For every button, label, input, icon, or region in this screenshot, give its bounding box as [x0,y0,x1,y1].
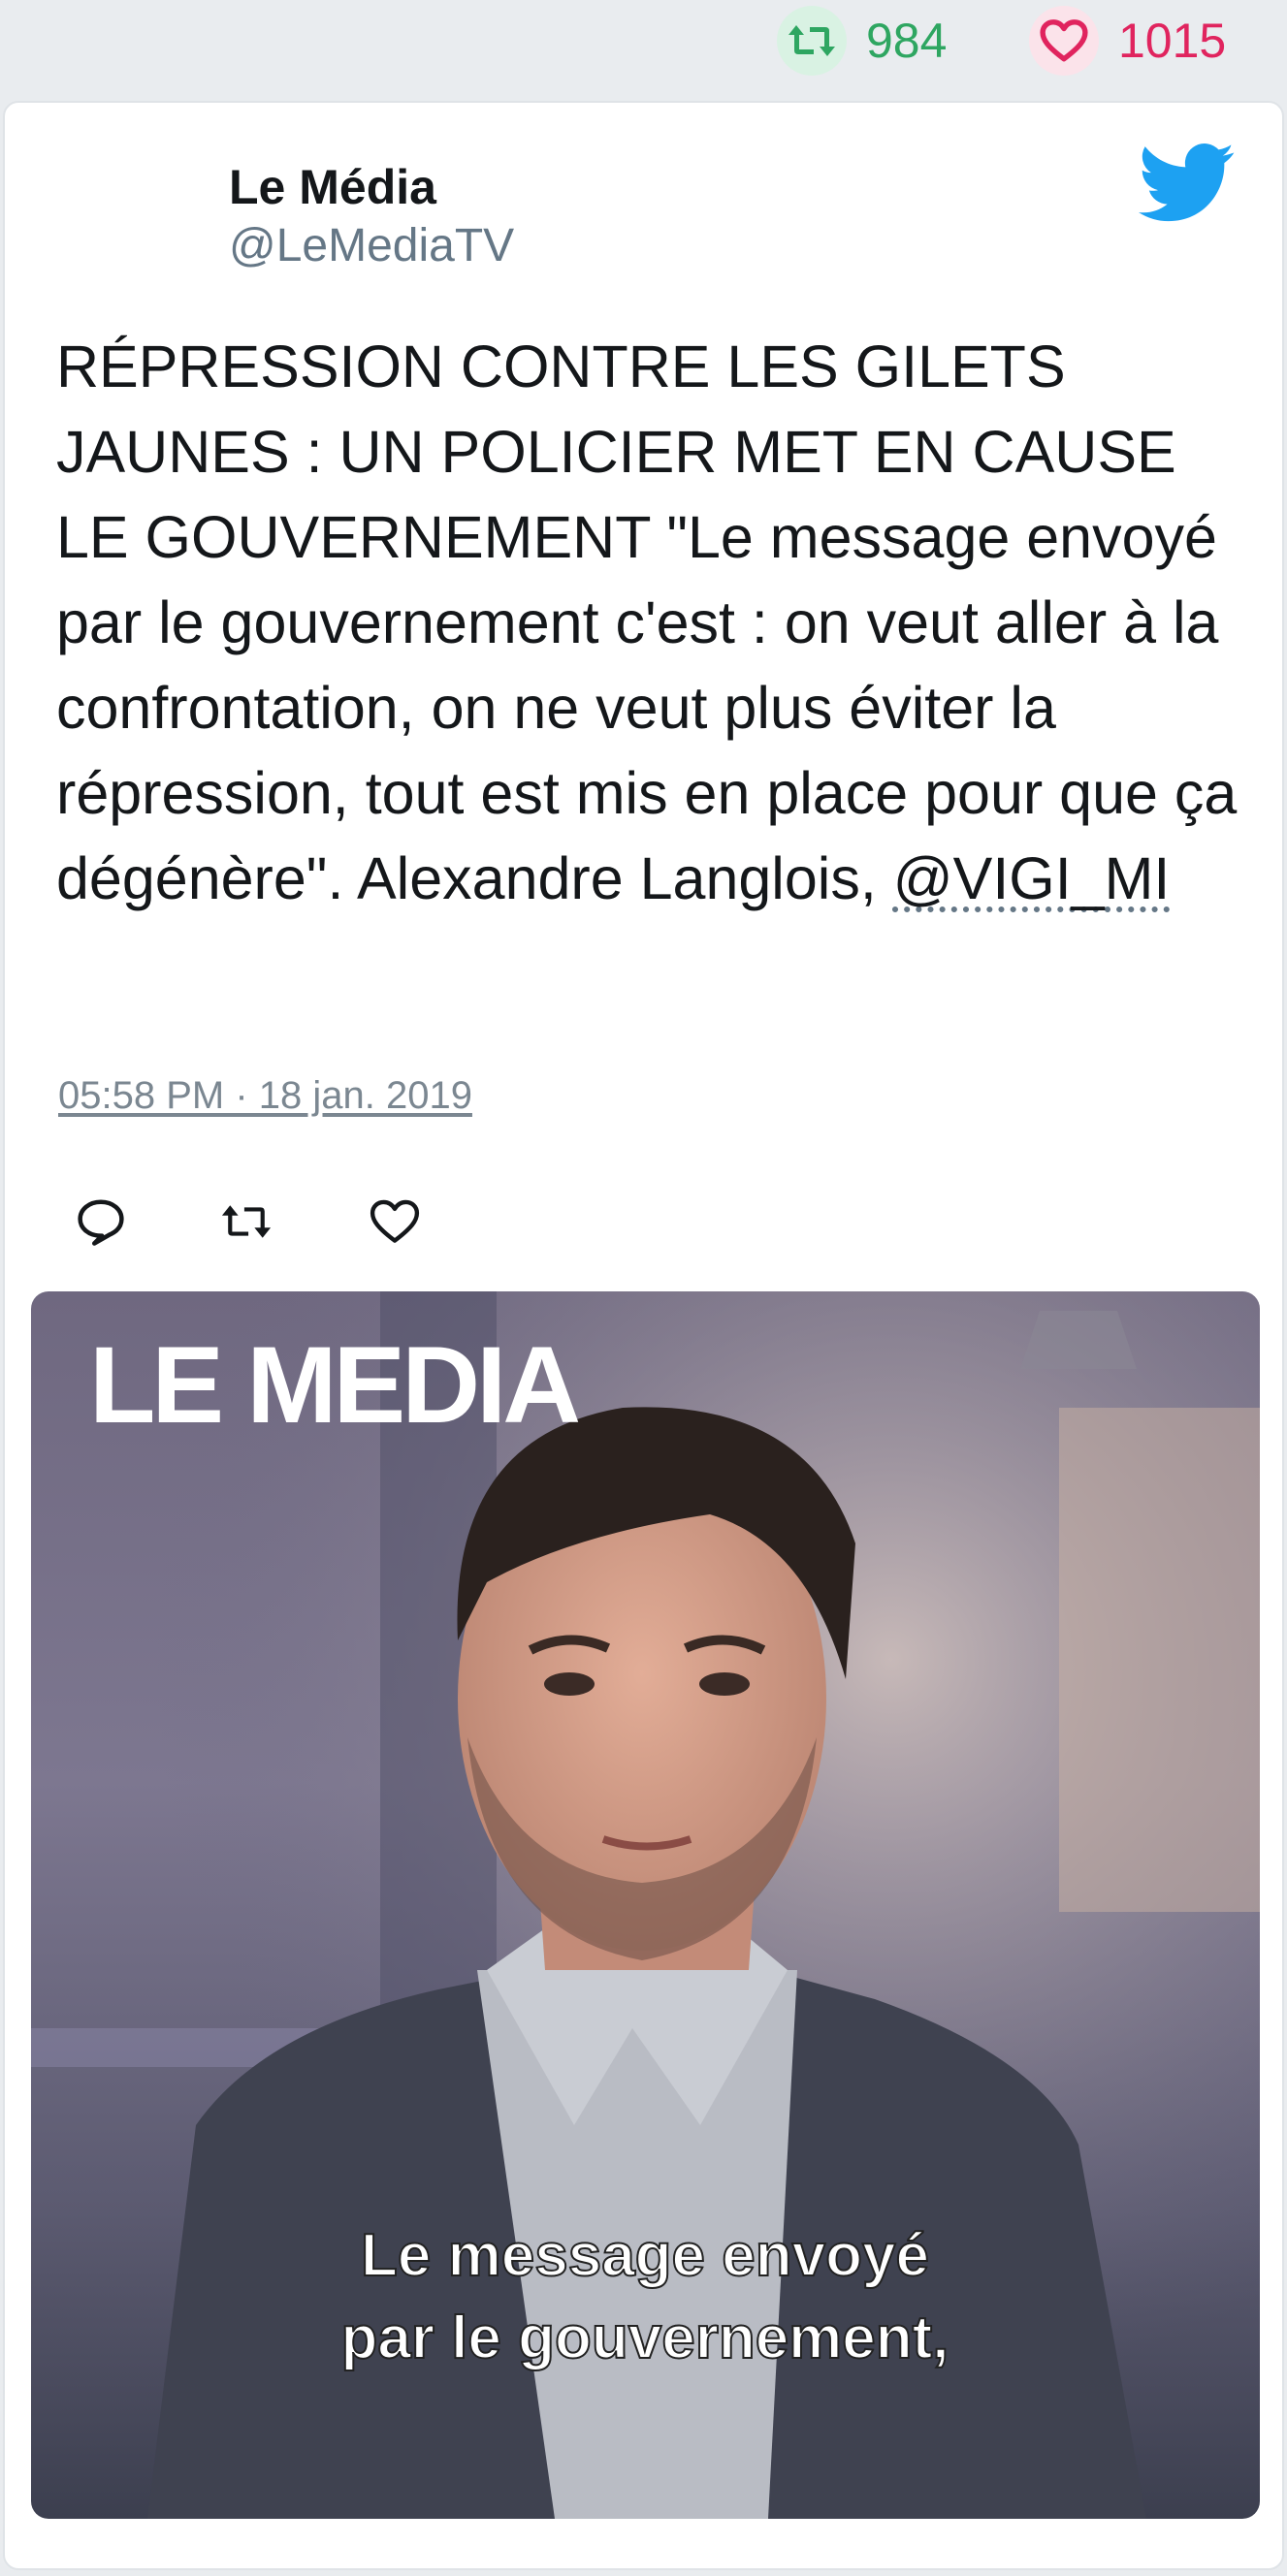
tweet-text: RÉPRESSION CONTRE LES GILETS JAUNES : UN… [56,324,1249,921]
retweet-icon[interactable] [777,6,847,76]
like-stat[interactable]: 1015 [1029,6,1226,76]
author-name[interactable]: Le Média [229,159,436,215]
video-caption-line1: Le message envoyé [361,2222,929,2289]
retweet-stat[interactable]: 984 [777,6,947,76]
video-frame: LE MEDIA Le message envoyé par le gouver… [31,1291,1260,2519]
like-action-icon[interactable] [356,1183,434,1260]
heart-icon[interactable] [1029,6,1099,76]
twitter-bird-icon[interactable] [1139,142,1236,225]
tweet-card: Le Média @LeMediaTV RÉPRESSION CONTRE LE… [3,101,1284,2570]
retweet-count: 984 [866,14,948,68]
video-caption-line2: par le gouvernement, [340,2305,949,2371]
tweet-body: RÉPRESSION CONTRE LES GILETS JAUNES : UN… [56,334,1238,911]
retweet-action-icon[interactable] [208,1183,285,1260]
tweet-video[interactable]: LE MEDIA Le message envoyé par le gouver… [31,1291,1260,2519]
author-handle[interactable]: @LeMediaTV [229,219,514,272]
reply-icon[interactable] [62,1183,140,1260]
engagement-bar: 984 1015 [0,0,1287,97]
mention-link[interactable]: @VIGI_MI [893,845,1171,911]
le-media-logo: LE MEDIA [89,1324,578,1446]
tweet-timestamp[interactable]: 05:58 PM · 18 jan. 2019 [58,1074,472,1118]
like-count: 1015 [1118,14,1227,68]
